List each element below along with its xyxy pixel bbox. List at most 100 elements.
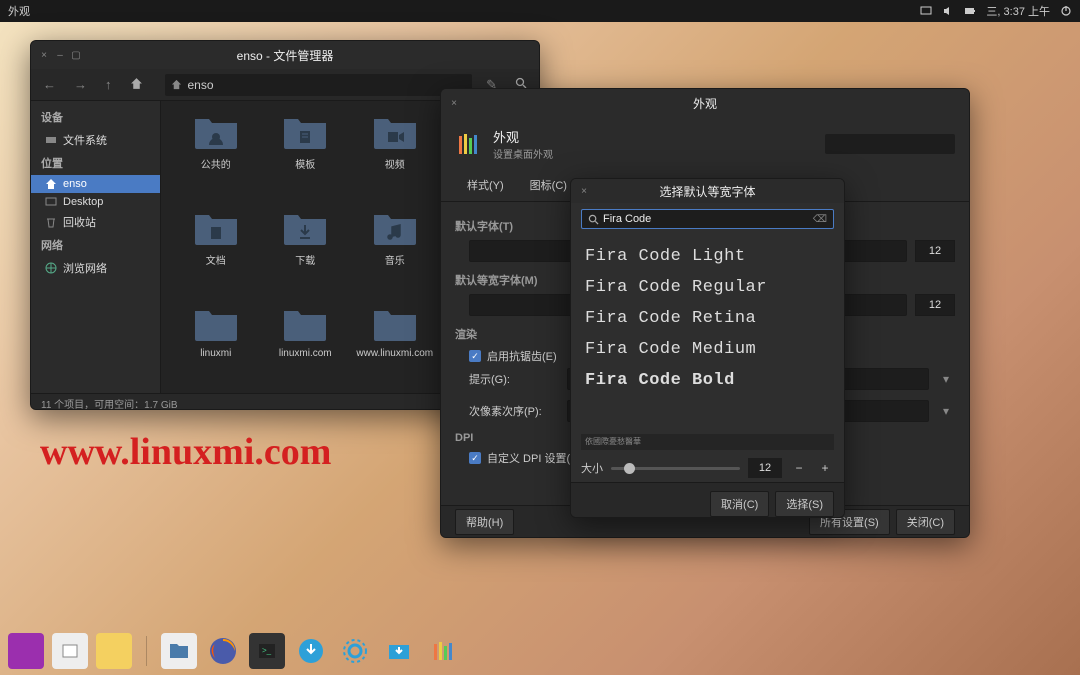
aw-titlebar[interactable]: × 外观	[441, 89, 969, 117]
font-option[interactable]: Fira Code Light	[581, 241, 834, 272]
sidebar-item-desktop[interactable]: Desktop	[31, 193, 160, 211]
aw-window-title: 外观	[693, 95, 717, 112]
font-search-input[interactable]: ⌫	[581, 209, 834, 229]
home-icon	[45, 178, 57, 190]
dock-file-manager[interactable]	[161, 633, 197, 669]
fm-sidebar: 设备 文件系统 位置 enso Desktop 回收站 网络 浏览网络	[31, 101, 161, 393]
folder-icon	[193, 307, 239, 343]
aw-subtitle: 设置桌面外观	[493, 146, 815, 161]
fm-titlebar[interactable]: × – ▢ enso - 文件管理器	[31, 41, 539, 69]
dock-separator	[146, 636, 147, 666]
font-preview: 依國際憂愁醫華	[581, 434, 834, 450]
dock-appearance[interactable]	[425, 633, 461, 669]
trash-icon	[45, 216, 57, 228]
font-search-field[interactable]	[603, 213, 809, 225]
folder-icon	[282, 211, 328, 247]
dock-launcher[interactable]	[8, 633, 44, 669]
close-icon[interactable]: ×	[449, 98, 459, 108]
sidebar-item-browse-network[interactable]: 浏览网络	[31, 257, 160, 279]
panel-clock[interactable]: 三, 3:37 上午	[986, 3, 1050, 19]
checkbox-icon: ✓	[469, 452, 481, 464]
default-mono-size[interactable]: 12	[915, 294, 955, 316]
close-button[interactable]: 关闭(C)	[896, 509, 955, 535]
fp-titlebar[interactable]: × 选择默认等宽字体	[571, 179, 844, 203]
sidebar-item-filesystem[interactable]: 文件系统	[31, 129, 160, 151]
fm-title: enso - 文件管理器	[237, 47, 334, 64]
forward-button[interactable]: →	[70, 75, 91, 94]
aw-search-icon[interactable]	[825, 134, 955, 154]
dock-software[interactable]	[381, 633, 417, 669]
dock-settings[interactable]	[337, 633, 373, 669]
font-list[interactable]: Fira Code Light Fira Code Regular Fira C…	[571, 235, 844, 430]
folder-downloads[interactable]: 下载	[265, 211, 347, 299]
desktop-icon	[45, 196, 57, 208]
tray-power-icon[interactable]	[1060, 5, 1072, 17]
path-segment: enso	[188, 78, 214, 92]
search-icon	[588, 214, 599, 225]
folder-icon	[193, 211, 239, 247]
dock: >_	[0, 629, 1080, 673]
hint-label: 提示(G):	[469, 371, 559, 387]
folder-icon	[282, 115, 328, 151]
sidebar-devices-header: 设备	[31, 105, 160, 129]
sidebar-network-header: 网络	[31, 233, 160, 257]
close-icon[interactable]: ×	[579, 186, 589, 196]
sidebar-item-enso[interactable]: enso	[31, 175, 160, 193]
folder-www-linuxmi[interactable]: www.linuxmi.com	[354, 307, 436, 395]
back-button[interactable]: ←	[39, 75, 60, 94]
sidebar-item-trash[interactable]: 回收站	[31, 211, 160, 233]
tray-screen-icon[interactable]	[920, 5, 932, 17]
folder-icon	[372, 115, 418, 151]
folder-videos[interactable]: 视频	[354, 115, 436, 203]
path-bar[interactable]: enso	[165, 74, 473, 96]
size-value[interactable]: 12	[748, 458, 782, 478]
font-option[interactable]: Fira Code Bold	[581, 365, 834, 396]
folder-linuxmi[interactable]: linuxmi	[175, 307, 257, 395]
network-icon	[45, 262, 57, 274]
close-icon[interactable]: ×	[39, 50, 49, 60]
checkbox-icon: ✓	[469, 350, 481, 362]
select-button[interactable]: 选择(S)	[775, 491, 834, 517]
minimize-icon[interactable]: –	[55, 50, 65, 60]
tray-volume-icon[interactable]	[942, 5, 954, 17]
tab-style[interactable]: 样式(Y)	[455, 171, 516, 201]
sidebar-locations-header: 位置	[31, 151, 160, 175]
size-slider[interactable]	[611, 467, 740, 470]
clear-icon[interactable]: ⌫	[813, 214, 827, 225]
font-option[interactable]: Fira Code Regular	[581, 272, 834, 303]
folder-linuxmi-com[interactable]: linuxmi.com	[265, 307, 347, 395]
chevron-down-icon: ▾	[937, 372, 955, 386]
size-minus-button[interactable]: −	[790, 459, 808, 477]
home-button[interactable]	[126, 75, 147, 95]
cancel-button[interactable]: 取消(C)	[710, 491, 769, 517]
drive-icon	[45, 134, 57, 146]
size-label: 大小	[581, 460, 603, 476]
dock-notes[interactable]	[96, 633, 132, 669]
folder-music[interactable]: 音乐	[354, 211, 436, 299]
help-button[interactable]: 帮助(H)	[455, 509, 514, 535]
folder-templates[interactable]: 模板	[265, 115, 347, 203]
dock-downloads[interactable]	[293, 633, 329, 669]
fp-title: 选择默认等宽字体	[659, 183, 755, 200]
folder-documents[interactable]: 文档	[175, 211, 257, 299]
folder-public[interactable]: 公共的	[175, 115, 257, 203]
dock-firefox[interactable]	[205, 633, 241, 669]
aw-title: 外观	[493, 127, 815, 146]
dock-terminal[interactable]: >_	[249, 633, 285, 669]
up-button[interactable]: ↑	[101, 75, 116, 94]
subpixel-label: 次像素次序(P):	[469, 403, 559, 419]
folder-icon	[372, 211, 418, 247]
folder-icon	[193, 115, 239, 151]
size-plus-button[interactable]: +	[816, 459, 834, 477]
default-font-size[interactable]: 12	[915, 240, 955, 262]
font-option[interactable]: Fira Code Retina	[581, 303, 834, 334]
dock-files[interactable]	[52, 633, 88, 669]
maximize-icon[interactable]: ▢	[71, 50, 81, 60]
font-option[interactable]: Fira Code Medium	[581, 334, 834, 365]
slider-thumb[interactable]	[624, 463, 635, 474]
chevron-down-icon: ▾	[937, 404, 955, 418]
tray-battery-icon[interactable]	[964, 5, 976, 17]
top-panel: 外观 三, 3:37 上午	[0, 0, 1080, 22]
appearance-icon	[455, 130, 483, 158]
svg-text:>_: >_	[262, 646, 272, 655]
